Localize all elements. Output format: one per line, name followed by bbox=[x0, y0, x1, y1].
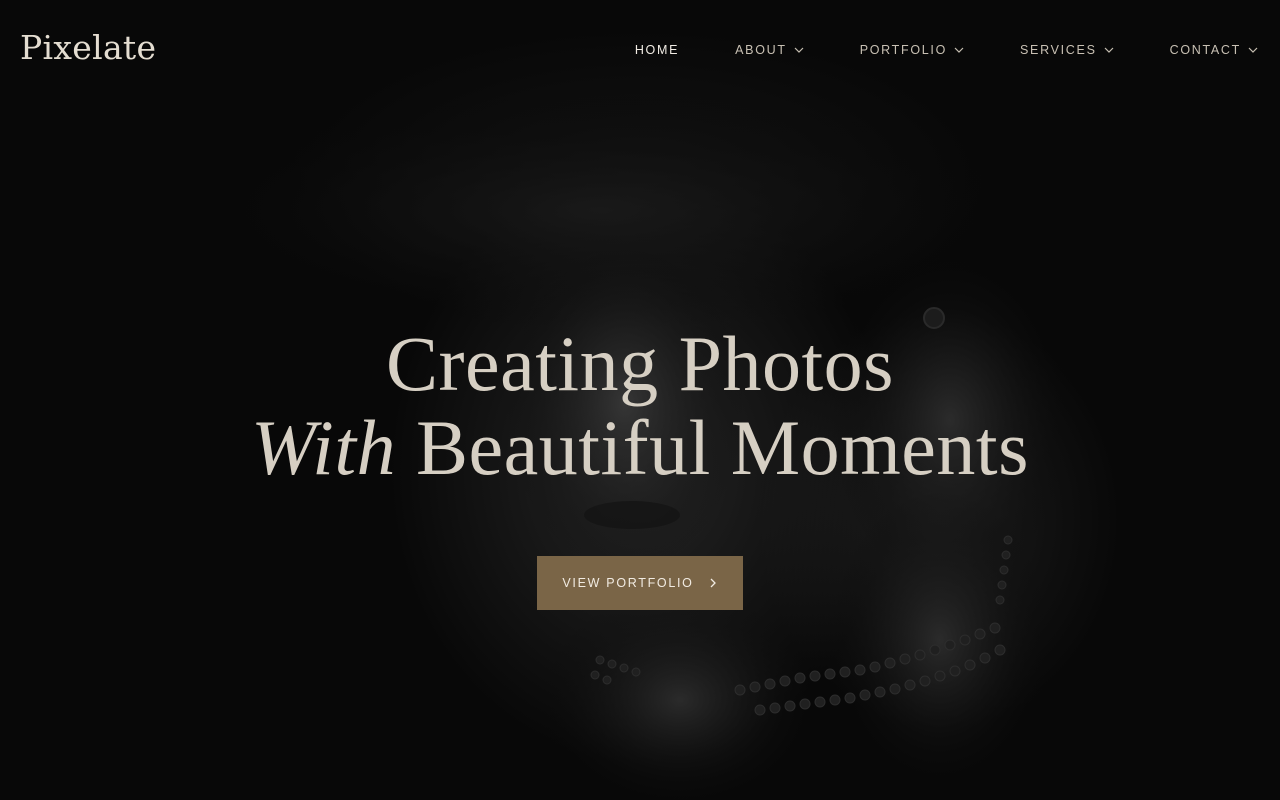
nav-item-services[interactable]: SERVICES bbox=[1020, 43, 1114, 57]
nav-item-label: PORTFOLIO bbox=[859, 43, 948, 57]
chevron-right-icon bbox=[710, 578, 716, 588]
nav-item-label: CONTACT bbox=[1169, 43, 1241, 57]
headline-line-2: With Beautiful Moments bbox=[0, 406, 1280, 490]
chevron-down-icon bbox=[794, 47, 804, 53]
chevron-down-icon bbox=[1248, 47, 1258, 53]
nav-item-portfolio[interactable]: PORTFOLIO bbox=[860, 43, 964, 57]
nav-item-contact[interactable]: CONTACT bbox=[1170, 43, 1258, 57]
nav-item-label: ABOUT bbox=[735, 43, 787, 57]
headline-line-2-rest: Beautiful Moments bbox=[416, 404, 1029, 491]
hero-headline: Creating Photos With Beautiful Moments bbox=[0, 322, 1280, 490]
headline-line-1: Creating Photos bbox=[386, 320, 894, 407]
site-logo[interactable]: Pixelate bbox=[20, 28, 156, 67]
nav-item-label: SERVICES bbox=[1020, 43, 1097, 57]
main-nav: HOME ABOUT PORTFOLIO SERVICES CONTACT bbox=[635, 40, 1258, 60]
headline-italic-word: With bbox=[251, 404, 397, 491]
view-portfolio-label: VIEW PORTFOLIO bbox=[562, 576, 694, 590]
view-portfolio-button[interactable]: VIEW PORTFOLIO bbox=[537, 556, 743, 610]
nav-item-about[interactable]: ABOUT bbox=[735, 43, 804, 57]
nav-item-home[interactable]: HOME bbox=[635, 43, 679, 57]
chevron-down-icon bbox=[1104, 47, 1114, 53]
nav-item-label: HOME bbox=[634, 43, 680, 57]
chevron-down-icon bbox=[954, 47, 964, 53]
